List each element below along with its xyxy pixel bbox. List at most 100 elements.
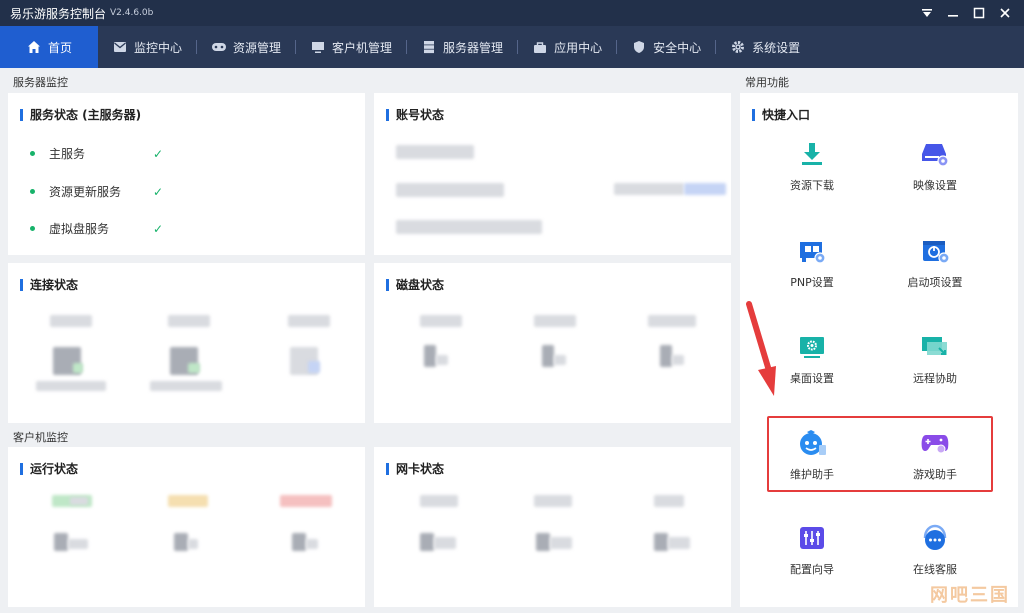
status-dot xyxy=(30,151,35,156)
blurred-content xyxy=(280,495,332,507)
blurred-content xyxy=(36,381,106,391)
nav-app-center[interactable]: 应用中心 xyxy=(518,26,616,68)
blurred-content xyxy=(396,183,504,197)
blurred-content xyxy=(70,497,88,505)
blurred-content xyxy=(672,355,684,365)
service-name: 虚拟盘服务 xyxy=(49,222,110,236)
blurred-content xyxy=(420,533,434,551)
bag-icon xyxy=(532,39,548,55)
blurred-content xyxy=(150,381,222,391)
monitor-mail-icon xyxy=(112,39,128,55)
nav-security-center[interactable]: 安全中心 xyxy=(617,26,715,68)
shield-icon xyxy=(631,39,647,55)
card-title: 运行状态 xyxy=(20,460,78,477)
section-common-functions: 常用功能 xyxy=(745,76,789,89)
card-title: 网卡状态 xyxy=(386,460,444,477)
blurred-content xyxy=(50,315,92,327)
home-icon xyxy=(26,39,42,55)
desktop-gear-icon xyxy=(797,332,827,362)
nav-label: 客户机管理 xyxy=(332,40,393,55)
quick-remote-assistance[interactable]: 远程协助 xyxy=(885,332,985,386)
nav-monitor-center[interactable]: 监控中心 xyxy=(98,26,196,68)
blurred-content xyxy=(288,315,330,327)
remote-desktop-icon xyxy=(920,332,950,362)
maximize-icon[interactable] xyxy=(966,0,992,26)
service-row: 虚拟盘服务 ✓ xyxy=(30,220,163,237)
close-icon[interactable] xyxy=(992,0,1018,26)
window-controls xyxy=(914,0,1018,26)
blurred-content xyxy=(54,533,68,551)
blurred-content xyxy=(684,183,726,195)
blurred-content xyxy=(654,533,668,551)
blurred-content xyxy=(434,537,456,549)
watermark: 网吧三国 xyxy=(930,585,1010,606)
blurred-content xyxy=(396,220,542,234)
config-sliders-icon xyxy=(797,523,827,553)
power-calendar-icon xyxy=(920,236,950,266)
nav-system-settings[interactable]: 系统设置 xyxy=(716,26,814,68)
section-client-monitor: 客户机监控 xyxy=(13,431,68,444)
blurred-content xyxy=(73,363,83,373)
service-row: 主服务 ✓ xyxy=(30,145,163,162)
check-icon: ✓ xyxy=(153,221,164,236)
card-title: 快捷入口 xyxy=(752,106,810,123)
service-row: 资源更新服务 ✓ xyxy=(30,183,163,200)
pnp-card-icon xyxy=(797,236,827,266)
nav-label: 监控中心 xyxy=(134,40,183,55)
nav-resource-management[interactable]: 资源管理 xyxy=(197,26,295,68)
blurred-content xyxy=(188,363,200,373)
minimize-icon[interactable] xyxy=(940,0,966,26)
quick-image-settings[interactable]: 映像设置 xyxy=(885,139,985,193)
blurred-content xyxy=(614,183,684,195)
nav-label: 首页 xyxy=(47,40,72,55)
status-dot xyxy=(30,189,35,194)
disk-image-icon xyxy=(920,139,950,169)
quick-config-wizard[interactable]: 配置向导 xyxy=(762,523,862,577)
nav-label: 资源管理 xyxy=(233,40,282,55)
gear-icon xyxy=(730,39,746,55)
blurred-content xyxy=(174,533,188,551)
blurred-content xyxy=(554,355,566,365)
quick-resource-download[interactable]: 资源下载 xyxy=(762,139,862,193)
nav-label: 系统设置 xyxy=(752,40,801,55)
blurred-content xyxy=(68,539,88,549)
headset-chat-icon xyxy=(920,523,950,553)
blurred-content xyxy=(308,361,320,373)
disk-status-card: 磁盘状态 xyxy=(374,263,731,423)
title-bar: 易乐游服务控制台 V2.4.6.0b xyxy=(0,0,1024,26)
service-status-card: 服务状态 (主服务器) 主服务 ✓ 资源更新服务 ✓ 虚拟盘服务 ✓ xyxy=(8,93,365,255)
blurred-content xyxy=(420,315,462,327)
card-title: 服务状态 (主服务器) xyxy=(20,106,141,123)
nic-status-card: 网卡状态 xyxy=(374,447,731,607)
blurred-content xyxy=(536,533,550,551)
connection-status-card: 连接状态 xyxy=(8,263,365,423)
nav-server-management[interactable]: 服务器管理 xyxy=(407,26,517,68)
blurred-content xyxy=(550,537,572,549)
nav-label: 服务器管理 xyxy=(443,40,504,55)
annotation-arrow-icon xyxy=(746,301,776,396)
blurred-content xyxy=(396,145,474,159)
server-icon xyxy=(421,39,437,55)
quick-startup-settings[interactable]: 启动项设置 xyxy=(885,236,985,290)
check-icon: ✓ xyxy=(153,184,164,199)
nav-client-management[interactable]: 客户机管理 xyxy=(296,26,406,68)
annotation-highlight-box xyxy=(767,416,993,492)
nav-home[interactable]: 首页 xyxy=(0,26,98,68)
status-dot xyxy=(30,226,35,231)
window-title: 易乐游服务控制台 xyxy=(10,6,107,21)
blurred-content xyxy=(542,345,554,367)
blurred-content xyxy=(436,355,448,365)
download-icon xyxy=(797,139,827,169)
blurred-content xyxy=(648,315,696,327)
card-title: 连接状态 xyxy=(20,276,78,293)
blurred-content xyxy=(292,533,306,551)
blurred-content xyxy=(668,537,690,549)
card-title: 磁盘状态 xyxy=(386,276,444,293)
blurred-content xyxy=(420,495,458,507)
blurred-content xyxy=(424,345,436,367)
dropdown-menu-icon[interactable] xyxy=(914,0,940,26)
quick-pnp-settings[interactable]: PNP设置 xyxy=(762,236,862,290)
blurred-content xyxy=(188,539,198,549)
quick-online-service[interactable]: 在线客服 xyxy=(885,523,985,577)
blurred-content xyxy=(534,315,576,327)
